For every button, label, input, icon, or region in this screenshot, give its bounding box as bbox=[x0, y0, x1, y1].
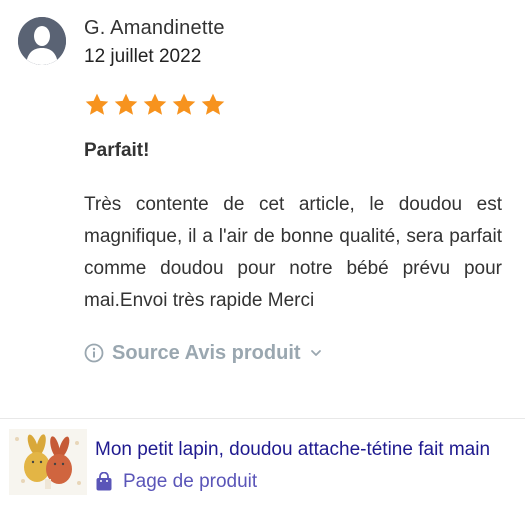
star-icon bbox=[143, 93, 167, 115]
shopping-bag-icon bbox=[96, 472, 112, 491]
review-date: 12 juillet 2022 bbox=[84, 46, 202, 67]
product-image bbox=[9, 429, 87, 495]
star-icon bbox=[201, 93, 225, 115]
product-page-label: Page de produit bbox=[123, 471, 258, 492]
review-card: G. Amandinette 12 juillet 2022 Parfait! … bbox=[0, 0, 525, 418]
reviewer-name: G. Amandinette bbox=[84, 17, 225, 39]
star-icon bbox=[114, 93, 138, 115]
review-title: Parfait! bbox=[84, 140, 150, 161]
star-icon bbox=[85, 93, 109, 115]
product-thumbnail[interactable] bbox=[9, 429, 87, 495]
source-label: Source Avis produit bbox=[112, 341, 301, 364]
avatar bbox=[18, 17, 66, 65]
info-icon bbox=[84, 343, 104, 363]
star-rating bbox=[84, 92, 226, 118]
product-page-link[interactable]: Page de produit bbox=[95, 471, 257, 493]
star-icon bbox=[172, 93, 196, 115]
user-silhouette-icon bbox=[18, 17, 66, 65]
source-dropdown[interactable]: Source Avis produit bbox=[84, 338, 323, 368]
chevron-down-icon bbox=[310, 350, 321, 356]
product-section: Mon petit lapin, doudou attache-tétine f… bbox=[0, 419, 525, 512]
product-name-link[interactable]: Mon petit lapin, doudou attache-tétine f… bbox=[95, 439, 515, 461]
review-body: Très contente de cet article, le doudou … bbox=[84, 194, 502, 311]
